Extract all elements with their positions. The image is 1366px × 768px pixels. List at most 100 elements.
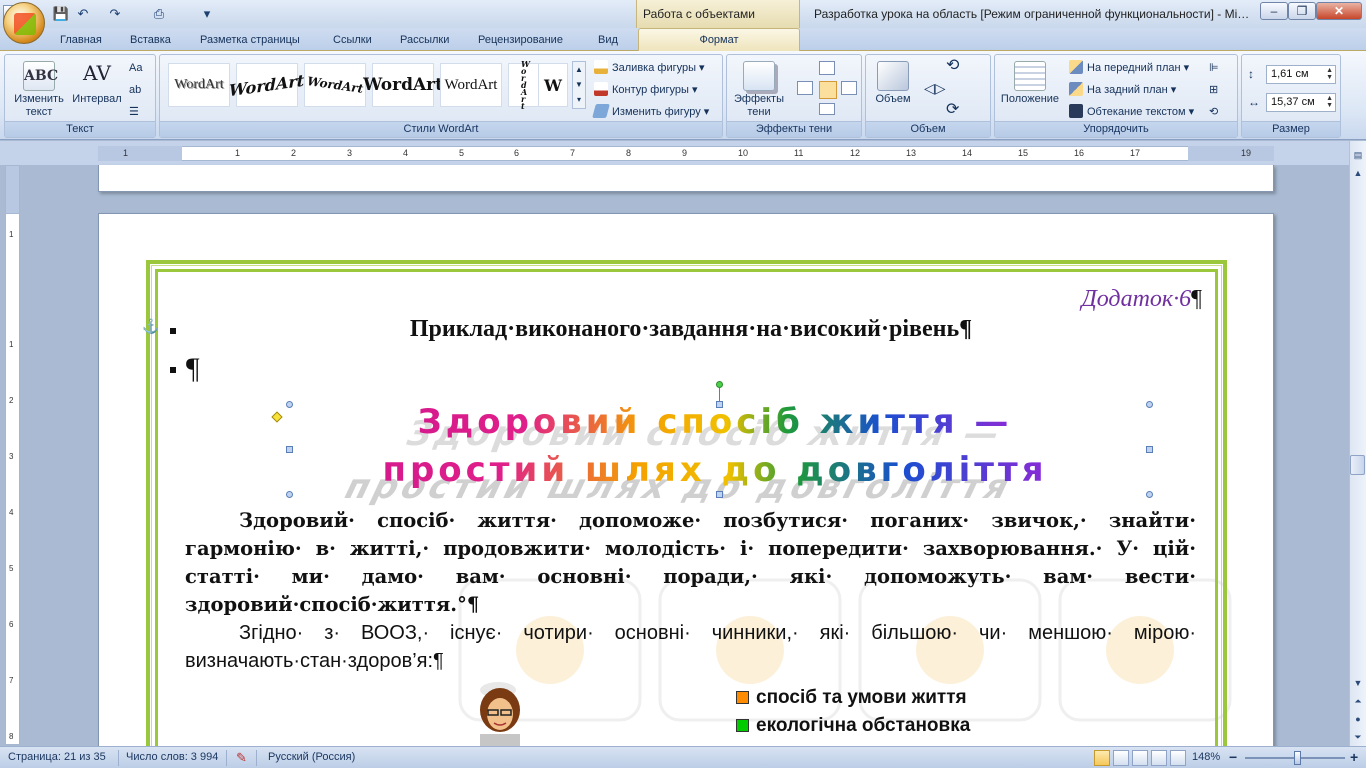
zoom-in-button[interactable]: + [1350, 747, 1358, 768]
vertical-ruler[interactable] [5, 213, 20, 745]
nudge-right-icon[interactable] [841, 81, 857, 95]
tab-insert[interactable]: Вставка [130, 30, 171, 50]
resize-handle-top-left[interactable] [286, 401, 293, 408]
3d-effects-button[interactable]: Объем [868, 61, 918, 106]
prev-page-button[interactable]: ⏶ [1351, 694, 1365, 708]
scroll-up-button[interactable]: ▲ [1351, 166, 1365, 180]
spacing-button[interactable]: AV Интервал [69, 61, 125, 106]
close-button[interactable]: ✕ [1316, 2, 1362, 20]
change-shape-button[interactable]: Изменить фигуру ▾ [592, 103, 709, 121]
nudge-up-icon[interactable] [819, 61, 835, 75]
ruler-number: 3 [347, 148, 353, 158]
vertical-scrollbar[interactable] [1349, 141, 1366, 746]
ruler-number: 8 [9, 732, 14, 741]
wordart-style-6[interactable]: W o r d A r t [508, 60, 542, 110]
resize-handle-left[interactable] [286, 446, 293, 453]
vertical-text-icon[interactable]: ab [129, 81, 141, 99]
scrollbar-thumb[interactable] [1350, 455, 1365, 475]
ruler-left-margin [98, 146, 182, 161]
same-height-icon[interactable]: Aa [129, 59, 142, 77]
next-page-button[interactable]: ⏷ [1351, 730, 1365, 744]
wordart-style-1[interactable]: WordArt [168, 63, 230, 107]
outline-view-icon[interactable] [1151, 750, 1167, 766]
height-icon: ↕ [1248, 67, 1254, 81]
zoom-level[interactable]: 148% [1192, 747, 1220, 768]
wordart-style-4[interactable]: WordArt [363, 63, 443, 107]
tab-mailings[interactable]: Рассылки [400, 30, 449, 50]
scroll-down-button[interactable]: ▼ [1351, 676, 1365, 690]
rotate-icon[interactable]: ⟲ [1209, 103, 1218, 121]
print-layout-view-icon[interactable] [1094, 750, 1110, 766]
ruler-toggle-icon[interactable]: ▤ [1351, 148, 1365, 162]
tilt-down-icon[interactable]: ⟳ [946, 101, 959, 119]
group-objects-icon[interactable]: ⊞ [1209, 81, 1218, 99]
bullet-marker [170, 328, 176, 334]
proofing-icon[interactable]: ✎ [236, 747, 247, 768]
resize-handle-bottom[interactable] [716, 491, 723, 498]
bring-front-icon [1069, 60, 1083, 74]
group-volume-label: Объем [866, 121, 990, 137]
redo-icon[interactable]: ↷ [106, 5, 124, 23]
ruler-right-margin [1188, 146, 1274, 161]
shadow-effects-button[interactable]: Эффекты тени [729, 61, 789, 119]
wordart-style-5[interactable]: WordArt [440, 63, 502, 107]
language-indicator[interactable]: Русский (Россия) [268, 747, 355, 768]
zoom-out-button[interactable]: − [1229, 747, 1237, 768]
chart-legend: спосіб та умови життя екологічна обстано… [736, 686, 970, 742]
tab-home[interactable]: Главная [60, 30, 102, 50]
anchor-icon[interactable]: ⚓ [142, 318, 159, 335]
send-to-back-button[interactable]: На задний план ▾ [1069, 81, 1176, 99]
wordart-object[interactable]: Здоровий спосіб життя — Здоровий спосіб … [270, 385, 1160, 510]
align-icon[interactable]: ⊫ [1209, 59, 1219, 77]
full-screen-view-icon[interactable] [1113, 750, 1129, 766]
resize-handle-top[interactable] [716, 401, 723, 408]
tilt-up-icon[interactable]: ⟲ [946, 57, 959, 75]
tilt-left-icon[interactable]: ◁▷ [924, 79, 946, 97]
shadow-nudge-controls[interactable] [795, 61, 859, 117]
word-count[interactable]: Число слов: 3 994 [126, 747, 218, 768]
wordart-style-3[interactable]: WordArt [304, 63, 366, 107]
shape-fill-button[interactable]: Заливка фигуры ▾ [594, 59, 705, 77]
nudge-left-icon[interactable] [797, 81, 813, 95]
position-button[interactable]: Положение [997, 61, 1063, 106]
edit-text-button[interactable]: ABC Изменить текст [9, 61, 69, 119]
nudge-down-icon[interactable] [819, 103, 835, 115]
minimize-button[interactable]: – [1260, 2, 1288, 20]
shadow-toggle-icon[interactable] [819, 81, 837, 99]
resize-handle-top-right[interactable] [1146, 401, 1153, 408]
tab-page-layout[interactable]: Разметка страницы [200, 30, 300, 50]
restore-button[interactable]: ❐ [1288, 2, 1316, 20]
bring-to-front-button[interactable]: На передний план ▾ [1069, 59, 1189, 77]
undo-icon[interactable]: ↶ [74, 5, 92, 23]
office-button[interactable] [3, 2, 45, 44]
browse-object-button[interactable]: ● [1351, 712, 1365, 726]
wordart-style-2[interactable]: WordArt [229, 63, 305, 107]
rotation-handle[interactable] [716, 381, 723, 388]
web-layout-view-icon[interactable] [1132, 750, 1148, 766]
zoom-slider-thumb[interactable] [1294, 751, 1301, 765]
shape-width-input[interactable]: 15,37 см ▲ ▼ [1266, 93, 1336, 112]
text-wrap-button[interactable]: Обтекание текстом ▾ [1069, 103, 1194, 121]
qat-customize-icon[interactable]: ▾ [198, 5, 216, 23]
tab-view[interactable]: Вид [598, 30, 618, 50]
tab-format[interactable]: Формат [638, 28, 800, 51]
save-icon[interactable]: 💾 [52, 5, 70, 23]
resize-handle-bottom-left[interactable] [286, 491, 293, 498]
ruler-number: 4 [403, 148, 409, 158]
shape-height-input[interactable]: 1,61 см ▲ ▼ [1266, 65, 1336, 84]
wordart-style-7[interactable]: W [538, 63, 568, 107]
page-count[interactable]: Страница: 21 из 35 [8, 747, 106, 768]
draft-view-icon[interactable] [1170, 750, 1186, 766]
paragraph-intro: Здоровий· спосіб· життя· допоможе· позбу… [185, 509, 1196, 616]
status-bar: Страница: 21 из 35 Число слов: 3 994 ✎ Р… [0, 746, 1366, 768]
align-text-icon[interactable]: ☰ [129, 103, 139, 121]
shape-outline-button[interactable]: Контур фигуры ▾ [594, 81, 698, 99]
office-logo-icon [14, 13, 36, 35]
resize-handle-bottom-right[interactable] [1146, 491, 1153, 498]
resize-handle-right[interactable] [1146, 446, 1153, 453]
gallery-scroll[interactable]: ▲ ▼ ▾ [572, 61, 586, 109]
tab-references[interactable]: Ссылки [333, 30, 372, 50]
print-icon[interactable]: ⎙ [150, 5, 168, 23]
tab-review[interactable]: Рецензирование [478, 30, 563, 50]
legend-item: спосіб та умови життя [736, 686, 970, 714]
